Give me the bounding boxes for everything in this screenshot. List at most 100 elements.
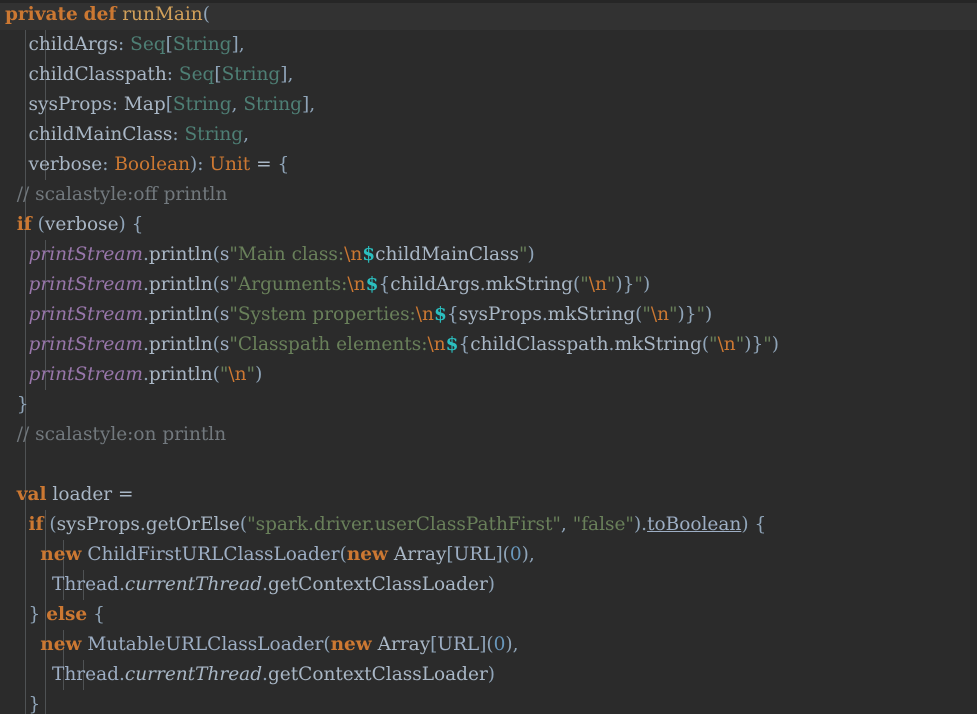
code-token: Thread <box>52 664 119 685</box>
code-token: } <box>622 274 635 295</box>
code-token: \n <box>344 244 363 265</box>
code-line[interactable]: childArgs: Seq[String], <box>0 30 977 60</box>
code-token: loader <box>52 484 113 505</box>
code-line[interactable]: childMainClass: String, <box>0 120 977 150</box>
code-token: ( <box>212 304 220 325</box>
code-token: ] <box>231 34 239 55</box>
code-editor-view[interactable]: private def runMain( childArgs: Seq[Stri… <box>0 0 977 714</box>
code-token: else <box>46 604 88 625</box>
code-token: println <box>148 304 213 325</box>
code-token: def <box>83 4 117 25</box>
code-token: URL <box>453 544 496 565</box>
code-token: { <box>754 514 767 535</box>
code-token: s <box>219 274 230 295</box>
code-token: ChildFirstURLClassLoader <box>87 544 340 565</box>
code-token: ) <box>705 304 713 325</box>
code-token: \n <box>415 304 434 325</box>
code-token: childClasspath <box>5 64 167 85</box>
code-token: runMain <box>122 4 203 25</box>
code-token: , <box>309 94 316 115</box>
code-token: { <box>131 214 144 235</box>
code-token: "Arguments: <box>229 274 348 295</box>
code-token: , <box>238 34 245 55</box>
code-line[interactable]: } <box>0 690 977 714</box>
code-token: ) <box>741 514 749 535</box>
code-token: ) <box>642 274 651 295</box>
code-token: $ <box>365 274 379 295</box>
code-token: " <box>669 304 678 325</box>
code-line[interactable]: printStream.println(s"System properties:… <box>0 300 977 330</box>
code-token: getOrElse <box>145 514 240 535</box>
code-token: printStream <box>28 244 143 265</box>
code-token: ( <box>202 4 210 25</box>
code-token: 0 <box>493 634 506 655</box>
code-token: if <box>28 514 44 535</box>
code-token: ( <box>323 634 331 655</box>
code-token: $ <box>445 334 459 355</box>
code-token: } <box>751 334 764 355</box>
code-token: " <box>580 274 589 295</box>
code-token: ( <box>339 544 347 565</box>
code-line[interactable]: new MutableURLClassLoader(new Array[URL]… <box>0 630 977 660</box>
code-line[interactable]: printStream.println("\n") <box>0 360 977 390</box>
code-token: new <box>346 544 388 565</box>
code-token: println <box>148 274 213 295</box>
code-line[interactable]: sysProps: Map[String, String], <box>0 90 977 120</box>
code-token: s <box>219 304 230 325</box>
code-line[interactable] <box>0 450 977 480</box>
code-line[interactable]: verbose: Boolean): Unit = { <box>0 150 977 180</box>
code-token: { <box>378 274 391 295</box>
code-line[interactable]: Thread.currentThread.getContextClassLoad… <box>0 570 977 600</box>
code-token: private <box>5 4 78 25</box>
code-content[interactable]: private def runMain( childArgs: Seq[Stri… <box>0 0 977 714</box>
code-line[interactable]: printStream.println(s"Main class:\n$chil… <box>0 240 977 270</box>
code-line[interactable]: val loader = <box>0 480 977 510</box>
code-line[interactable]: // scalastyle:off println <box>0 180 977 210</box>
code-token: childMainClass <box>5 124 173 145</box>
code-line[interactable]: childClasspath: Seq[String], <box>0 60 977 90</box>
code-line[interactable]: new ChildFirstURLClassLoader(new Array[U… <box>0 540 977 570</box>
code-token: "spark.driver.userClassPathFirst" <box>247 514 561 535</box>
code-token: 0 <box>509 544 522 565</box>
code-token: if <box>16 214 32 235</box>
code-token: childClasspath <box>470 334 609 355</box>
code-token: , <box>512 634 519 655</box>
code-token: "Main class: <box>229 244 345 265</box>
code-token: { <box>93 604 105 625</box>
code-token: sysProps <box>56 514 140 535</box>
code-token: , <box>287 64 294 85</box>
code-token: ( <box>486 634 494 655</box>
code-line[interactable]: } <box>0 390 977 420</box>
code-line[interactable]: if (verbose) { <box>0 210 977 240</box>
code-token: sysProps <box>458 304 542 325</box>
code-token: currentThread <box>124 574 263 595</box>
code-token: ) <box>255 364 263 385</box>
code-token: " <box>696 304 706 325</box>
code-token: Array <box>393 544 447 565</box>
code-line[interactable]: printStream.println(s"Classpath elements… <box>0 330 977 360</box>
code-line[interactable]: // scalastyle:on println <box>0 420 977 450</box>
code-line[interactable]: private def runMain( <box>0 0 977 30</box>
code-token: " <box>763 334 772 355</box>
code-token: String <box>184 124 244 145</box>
code-token: s <box>219 334 230 355</box>
code-token: printStream <box>28 364 143 385</box>
code-token: mkString <box>614 334 702 355</box>
code-token: \n <box>347 274 366 295</box>
code-line[interactable]: printStream.println(s"Arguments:\n${chil… <box>0 270 977 300</box>
code-token: $ <box>433 304 447 325</box>
code-token: $ <box>362 244 376 265</box>
code-line[interactable]: } else { <box>0 600 977 630</box>
code-token: new <box>40 544 82 565</box>
code-line[interactable]: if (sysProps.getOrElse("spark.driver.use… <box>0 510 977 540</box>
code-line[interactable]: Thread.currentThread.getContextClassLoad… <box>0 660 977 690</box>
code-token: \n <box>228 364 247 385</box>
code-token: getContextClassLoader <box>267 664 488 685</box>
